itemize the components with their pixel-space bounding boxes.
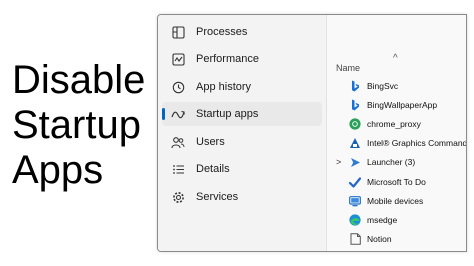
row-label: Notion <box>367 234 392 244</box>
table-row[interactable]: Intel® Graphics Command... <box>327 133 466 153</box>
row-label: BingWallpaperApp <box>367 100 438 110</box>
sidebar-item-label: Users <box>196 136 225 148</box>
startup-apps-table: ^ Name BingSvc BingWallpaperApp chrome_p… <box>326 15 466 251</box>
row-label: Launcher (3) <box>367 157 416 167</box>
row-label: Mobile devices <box>367 196 424 206</box>
sidebar: Processes Performance App history Startu… <box>158 15 326 251</box>
history-icon <box>170 79 186 95</box>
row-label: Microsoft To Do <box>367 177 426 187</box>
sidebar-item-details[interactable]: Details <box>162 157 322 181</box>
row-label: chrome_proxy <box>367 119 421 129</box>
sidebar-item-startup-apps[interactable]: Startup apps <box>162 102 322 126</box>
overlay-title-line-2: Startup <box>12 103 141 147</box>
todo-icon <box>349 176 361 188</box>
sidebar-item-label: Startup apps <box>196 108 259 120</box>
task-manager-window: Processes Performance App history Startu… <box>157 14 467 252</box>
chrome-icon <box>349 118 361 130</box>
table-row[interactable]: Microsoft To Do <box>327 172 466 192</box>
table-row[interactable]: Mobile devices <box>327 191 466 211</box>
sidebar-item-label: Performance <box>196 53 259 65</box>
sidebar-item-performance[interactable]: Performance <box>162 47 322 71</box>
intel-graphics-icon <box>349 137 361 149</box>
edge-icon <box>349 214 361 226</box>
services-icon <box>170 189 186 205</box>
row-label: BingSvc <box>367 81 399 91</box>
notion-icon <box>349 233 361 245</box>
table-row[interactable]: BingWallpaperApp <box>327 95 466 115</box>
expand-chevron-icon[interactable]: > <box>336 157 341 167</box>
row-label: msedge <box>367 215 398 225</box>
row-label: Intel® Graphics Command... <box>367 138 467 148</box>
table-row[interactable]: BingSvc <box>327 76 466 96</box>
launcher-icon <box>349 156 361 168</box>
sidebar-item-label: Processes <box>196 26 248 38</box>
sidebar-item-label: Services <box>196 191 239 203</box>
table-row[interactable]: > Launcher (3) <box>327 152 466 172</box>
performance-icon <box>170 51 186 67</box>
sidebar-item-services[interactable]: Services <box>162 185 322 209</box>
sidebar-item-users[interactable]: Users <box>162 130 322 154</box>
table-row[interactable]: Notion <box>327 229 466 249</box>
table-row[interactable]: chrome_proxy <box>327 114 466 134</box>
overlay-title: Disable Startup Apps <box>12 58 152 193</box>
column-header-name[interactable]: Name <box>336 63 360 73</box>
bing-icon <box>349 80 361 92</box>
overlay-title-line-1: Disable <box>12 58 146 102</box>
sidebar-item-label: App history <box>196 81 252 93</box>
users-icon <box>170 134 186 150</box>
sort-indicator: ^ <box>393 53 398 64</box>
bing-icon <box>349 99 361 111</box>
startup-icon <box>170 106 186 122</box>
sidebar-item-label: Details <box>196 163 230 175</box>
details-icon <box>170 161 186 177</box>
active-indicator <box>162 108 165 120</box>
mobile-devices-icon <box>349 195 361 207</box>
overlay-title-line-3: Apps <box>12 148 104 192</box>
sidebar-item-app-history[interactable]: App history <box>162 75 322 99</box>
processes-icon <box>170 24 186 40</box>
sidebar-item-processes[interactable]: Processes <box>162 20 322 44</box>
table-row[interactable]: msedge <box>327 210 466 230</box>
